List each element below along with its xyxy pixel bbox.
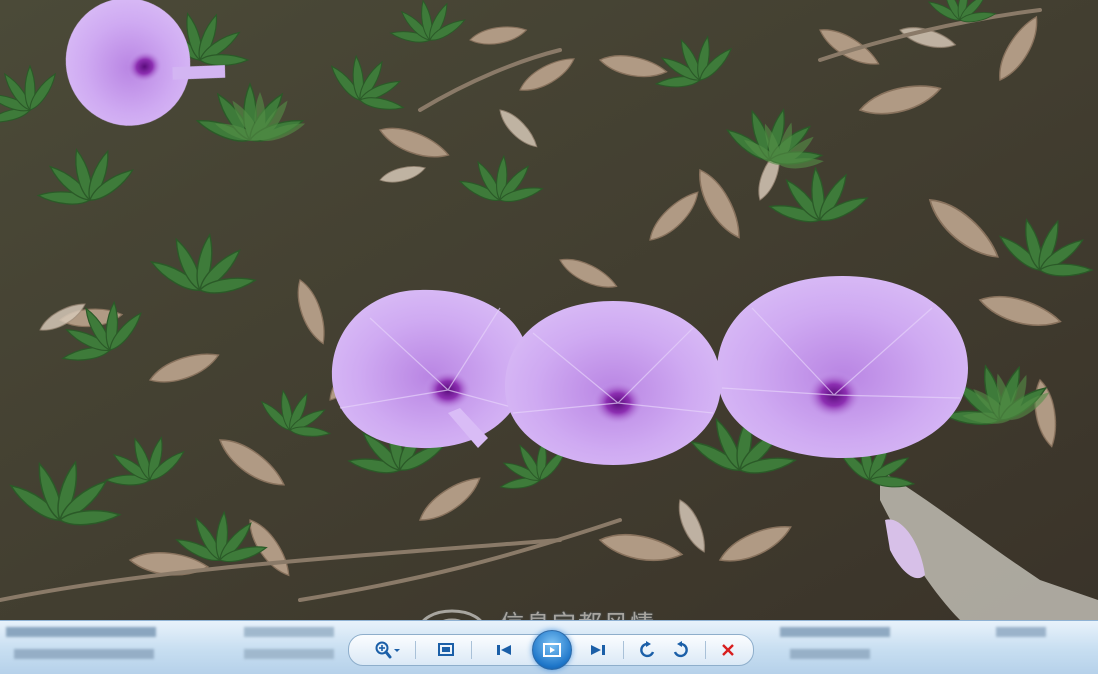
rotate-clockwise-icon (673, 641, 688, 658)
rotate-counterclockwise-icon (640, 641, 655, 658)
separator (471, 641, 472, 659)
next-icon (591, 645, 605, 655)
blurred-info-right-2 (790, 649, 870, 659)
rotate-clockwise-button[interactable] (667, 639, 693, 661)
rotate-counterclockwise-button[interactable] (635, 639, 661, 661)
slideshow-play-icon (543, 643, 561, 657)
blurred-info-mid-2 (244, 649, 334, 659)
blurred-info-far-right (996, 627, 1046, 637)
blurred-info-right (780, 627, 890, 637)
separator (705, 641, 706, 659)
zoom-button[interactable] (369, 639, 407, 661)
previous-icon (497, 645, 511, 655)
actual-size-icon (438, 643, 454, 656)
blurred-info-left-2 (14, 649, 154, 659)
actual-size-button[interactable] (433, 639, 459, 661)
previous-button[interactable] (489, 639, 519, 661)
separator (623, 641, 624, 659)
delete-icon (722, 644, 734, 656)
zoom-in-icon (375, 641, 400, 659)
separator (415, 641, 416, 659)
blurred-info-mid (244, 627, 334, 637)
slideshow-play-button[interactable] (532, 630, 572, 670)
viewer-controls (348, 630, 754, 670)
photo (0, 0, 1098, 620)
next-button[interactable] (583, 639, 613, 661)
delete-button[interactable] (715, 639, 741, 661)
viewer-toolbar (0, 620, 1098, 674)
blurred-info-left (6, 627, 156, 637)
